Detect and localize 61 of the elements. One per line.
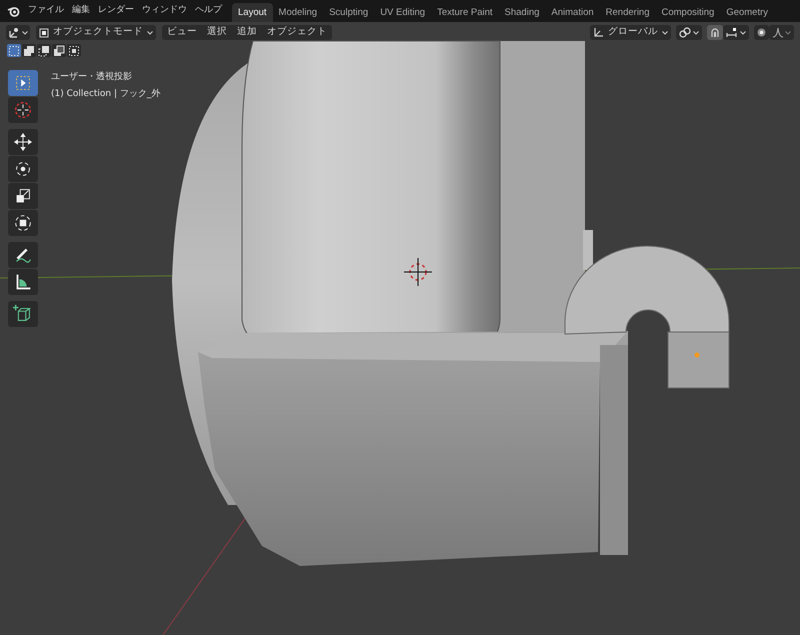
squares-icon	[53, 44, 65, 56]
pivot-dropdown[interactable]	[676, 25, 702, 40]
workspace-tab[interactable]: Layout	[232, 3, 273, 22]
origin-dot	[694, 352, 700, 358]
select-mode-invert-button[interactable]	[52, 44, 66, 57]
menu-item[interactable]: 選択	[202, 25, 232, 40]
move-icon	[12, 131, 34, 153]
mode-dropdown[interactable]: オブジェクトモード	[36, 25, 156, 40]
annotate-tool[interactable]	[8, 242, 38, 268]
measure-tool[interactable]	[8, 269, 38, 295]
magnet-icon	[709, 26, 721, 38]
workspace-tab[interactable]: Compositing	[656, 3, 720, 22]
menu-item[interactable]: ビュー	[162, 25, 202, 40]
workspace-tab[interactable]: Sculpting	[323, 3, 374, 22]
select-mode-extend-button[interactable]	[22, 44, 36, 57]
menu-item[interactable]: 追加	[232, 25, 262, 40]
object-label: (1) Collection | フック_外	[51, 88, 160, 100]
squares-icon	[8, 44, 20, 56]
menu-item[interactable]: ファイル	[28, 4, 64, 18]
falloff-dropdown[interactable]	[769, 25, 794, 40]
scale-tool[interactable]	[8, 183, 38, 209]
move-tool[interactable]	[8, 129, 38, 155]
workspace-tab[interactable]: Animation	[545, 3, 600, 22]
squares-icon	[68, 44, 80, 56]
cursor-icon	[12, 99, 34, 121]
target-circle-icon	[756, 27, 767, 38]
editor-type-button[interactable]	[6, 25, 30, 40]
axes-icon	[8, 26, 20, 38]
transform-tool[interactable]	[8, 210, 38, 236]
squares-icon	[23, 44, 35, 56]
cursor-tool[interactable]	[8, 97, 38, 123]
proportional-editing-toggle[interactable]	[754, 25, 769, 40]
snap-toggle[interactable]	[707, 25, 723, 40]
3d-cursor-icon	[404, 258, 432, 286]
select-mode-subtract-button[interactable]	[37, 44, 51, 57]
object-mode-icon	[39, 28, 49, 38]
select-box-tool[interactable]	[8, 70, 38, 96]
linked-circles-icon	[679, 27, 691, 38]
select-mode-intersect-button[interactable]	[67, 44, 81, 57]
menu-item[interactable]: ウィンドウ	[142, 4, 187, 18]
menu-item[interactable]: レンダー	[98, 4, 134, 18]
snap-target-dropdown[interactable]	[723, 25, 749, 40]
workspace-tab[interactable]: Modeling	[272, 3, 324, 22]
logo-icon	[7, 5, 20, 17]
snap-increment-icon	[726, 27, 738, 38]
falloff-curve-icon	[772, 27, 784, 38]
menu-item[interactable]: オブジェクト	[262, 25, 332, 40]
workspace-tab[interactable]: UV Editing	[374, 3, 432, 22]
workspace-tab[interactable]: Texture Paint	[431, 3, 499, 22]
workspace-tab[interactable]: Geometry	[720, 3, 774, 22]
view-label: ユーザー・透視投影	[51, 71, 133, 84]
workspace-tab[interactable]: Rendering	[600, 3, 656, 22]
select-mode-set-button[interactable]	[7, 44, 21, 57]
menu-item[interactable]: 編集	[72, 4, 90, 18]
orientation-icon	[593, 27, 604, 38]
workspace-tab[interactable]: Shading	[498, 3, 546, 22]
menu-item[interactable]: ヘルプ	[195, 4, 222, 18]
add-cube-tool[interactable]	[8, 301, 38, 327]
rotate-tool[interactable]	[8, 156, 38, 182]
orientation-dropdown[interactable]: グローバル	[590, 25, 671, 40]
squares-icon	[38, 44, 50, 56]
